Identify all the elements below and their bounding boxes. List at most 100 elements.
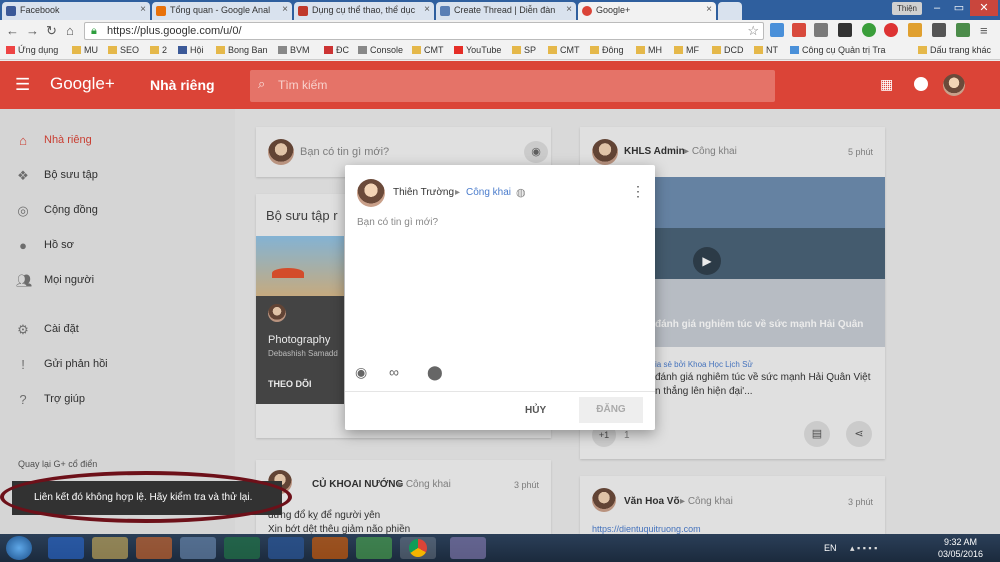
apps-grid-icon[interactable]: ▦ [880,76,893,93]
extension-icon[interactable] [792,23,806,37]
dialog-user-name: Thiên Trường [393,187,455,198]
extension-icon[interactable] [862,23,876,37]
new-tab-button[interactable] [718,2,742,20]
firefox-icon[interactable] [312,537,348,559]
coccoc-icon[interactable] [356,537,392,559]
bookmark-item[interactable]: CMT [548,45,580,55]
language-indicator[interactable]: EN [824,543,837,553]
address-bar[interactable]: 🔒︎ https://plus.google.com/u/0/ ☆ [84,22,764,40]
bookmark-item[interactable]: BVM [278,45,310,55]
bookmark-item[interactable]: Console [358,45,403,55]
bookmark-item[interactable]: DCD [712,45,744,55]
explorer-icon[interactable] [92,537,128,559]
extension-icon[interactable] [956,23,970,37]
tab-analytics[interactable]: Tổng quan - Google Anal × [152,2,292,20]
close-icon[interactable]: × [282,4,288,15]
close-icon[interactable]: × [424,4,430,15]
paint-icon[interactable] [450,537,486,559]
bookmark-item[interactable]: SP [512,45,536,55]
bookmark-item[interactable]: MH [636,45,662,55]
folder-icon [150,46,159,54]
start-button-icon[interactable] [6,536,32,560]
forward-icon[interactable]: → [26,23,39,39]
more-options-icon[interactable]: ⋮ [631,183,645,200]
facebook-favicon-icon [6,6,16,16]
media-player-icon[interactable] [136,537,172,559]
minimize-button[interactable]: – [926,0,948,16]
close-icon[interactable]: × [140,4,146,15]
globe-icon: ◍ [516,187,526,199]
cancel-button[interactable]: HỦY [525,405,546,416]
pinterest-icon[interactable] [884,23,898,37]
page-title: Nhà riêng [150,77,215,93]
facebook-icon [178,46,187,54]
reload-icon[interactable]: ↻ [46,23,57,39]
folder-icon [636,46,645,54]
bookmark-item[interactable]: Bong Ban [216,45,268,55]
tab-sport[interactable]: Dụng cụ thể thao, thể dục × [294,2,434,20]
bookmark-item[interactable]: SEO [108,45,139,55]
bookmark-item[interactable]: Ứng dụng [6,45,58,55]
folder-icon [674,46,683,54]
clock-date[interactable]: 03/05/2016 [938,549,983,559]
pin-icon [324,46,333,54]
folder-icon [548,46,557,54]
menu-icon[interactable]: ≡ [980,23,988,39]
tray-icons[interactable]: ▴ ▪ ▪ ▪ ▪ [850,543,877,554]
profile-button[interactable]: Thiện [892,2,922,15]
lock-icon: 🔒︎ [91,25,97,37]
link-icon[interactable]: ∞ [389,364,399,380]
folder-icon [216,46,225,54]
bookmark-item[interactable]: YouTube [454,45,501,55]
extension-icon[interactable] [814,23,828,37]
bookmark-item[interactable]: NT [754,45,778,55]
folder-icon [512,46,521,54]
folder-icon [754,46,763,54]
bookmark-star-icon[interactable]: ☆ [747,23,759,39]
back-icon[interactable]: ← [6,23,19,39]
browser-tab-strip: Facebook × Tổng quan - Google Anal × Dụng … [0,0,1000,21]
bookmark-item[interactable]: 2 [150,45,167,55]
bookmark-item[interactable]: ĐC [324,45,349,55]
post-button[interactable]: ĐĂNG [579,397,643,423]
post-text-area[interactable]: Bạn có tin gì mới? [357,217,643,347]
window-close-button[interactable]: ✕ [970,0,998,16]
bookmark-item[interactable]: Hội [178,45,204,55]
close-icon[interactable]: × [566,4,572,15]
chrome-icon[interactable] [400,537,436,559]
excel-icon[interactable] [224,537,260,559]
extension-icon[interactable] [908,23,922,37]
tab-google-plus[interactable]: Google+ × [578,2,716,21]
bookmark-item[interactable]: MF [674,45,699,55]
bookmark-item[interactable]: Công cụ Quản trị Tra [790,45,886,55]
extension-icon[interactable] [770,23,784,37]
avatar[interactable] [943,74,965,96]
hamburger-menu-icon[interactable]: ☰ [15,75,30,95]
audience-selector[interactable]: Công khai [466,187,511,198]
app-icon[interactable] [180,537,216,559]
bookmark-item[interactable]: Đông [590,45,624,55]
clock-time[interactable]: 9:32 AM [944,537,977,547]
google-plus-favicon-icon [582,6,592,16]
extension-icon[interactable] [932,23,946,37]
close-icon[interactable]: × [706,4,712,15]
folder-icon [918,46,927,54]
bookmark-item[interactable]: MU [72,45,98,55]
location-pin-icon[interactable]: ⬤ [427,364,443,381]
home-browser-icon[interactable]: ⌂ [66,23,74,39]
bookmark-page-icon [358,46,367,54]
word-icon[interactable] [268,537,304,559]
maximize-button[interactable]: ▭ [948,0,970,16]
camera-icon[interactable]: ◉ [355,364,367,381]
tab-forum[interactable]: Create Thread | Diễn đàn × [436,2,576,20]
extension-icon[interactable] [838,23,852,37]
folder-icon [412,46,421,54]
folder-icon [590,46,599,54]
tab-facebook[interactable]: Facebook × [2,2,150,20]
gplus-logo[interactable]: Google+ [50,74,115,94]
notifications-icon[interactable] [914,77,928,91]
bookmark-item[interactable]: CMT [412,45,444,55]
ie-icon[interactable] [48,537,84,559]
bookmark-item[interactable]: Dấu trang khác [918,45,991,55]
search-input[interactable]: ⌕ Tìm kiếm [250,70,775,102]
